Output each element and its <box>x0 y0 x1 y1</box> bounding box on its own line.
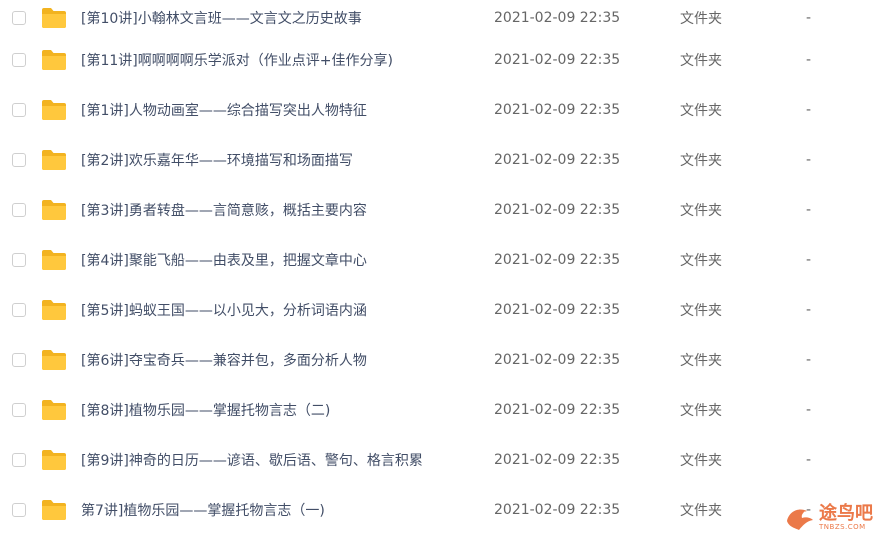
file-type: 文件夹 <box>680 503 722 519</box>
row-checkbox[interactable] <box>12 453 26 467</box>
folder-icon <box>42 450 66 470</box>
file-type: 文件夹 <box>680 103 722 119</box>
row-checkbox[interactable] <box>12 403 26 417</box>
modified-date: 2021-02-09 22:35 <box>494 202 621 218</box>
modified-date: 2021-02-09 22:35 <box>494 152 621 168</box>
file-size: - <box>806 302 812 318</box>
modified-date: 2021-02-09 22:35 <box>494 9 621 26</box>
file-row[interactable]: [第10讲]小翰林文言班——文言文之历史故事 2021-02-09 22:35 … <box>0 0 887 35</box>
watermark-url: TNBZS.COM <box>819 523 866 531</box>
file-row[interactable]: [第4讲]聚能飞船——由表及里，把握文章中心 2021-02-09 22:35 … <box>0 235 887 285</box>
file-list: [第10讲]小翰林文言班——文言文之历史故事 2021-02-09 22:35 … <box>0 0 887 535</box>
row-checkbox[interactable] <box>12 10 26 25</box>
file-name-link[interactable]: [第4讲]聚能飞船——由表及里，把握文章中心 <box>81 250 367 270</box>
modified-date: 2021-02-09 22:35 <box>494 502 621 518</box>
file-name-link[interactable]: [第5讲]蚂蚁王国——以小见大，分析词语内涵 <box>81 300 367 320</box>
file-size: - <box>806 202 812 218</box>
modified-date: 2021-02-09 22:35 <box>494 402 621 418</box>
watermark: 途鸟吧 TNBZS.COM <box>783 503 873 533</box>
file-row[interactable]: [第5讲]蚂蚁王国——以小见大，分析词语内涵 2021-02-09 22:35 … <box>0 285 887 335</box>
file-name-link[interactable]: [第8讲]植物乐园——掌握托物言志（二) <box>81 400 330 420</box>
file-type: 文件夹 <box>680 453 722 469</box>
modified-date: 2021-02-09 22:35 <box>494 252 621 268</box>
file-type: 文件夹 <box>680 253 722 269</box>
file-size: - <box>806 402 812 418</box>
file-row[interactable]: [第3讲]勇者转盘——言简意赅，概括主要内容 2021-02-09 22:35 … <box>0 185 887 235</box>
row-checkbox[interactable] <box>12 203 26 217</box>
file-size: - <box>806 152 812 168</box>
folder-icon <box>42 400 66 420</box>
file-row[interactable]: [第8讲]植物乐园——掌握托物言志（二) 2021-02-09 22:35 文件… <box>0 385 887 435</box>
row-checkbox[interactable] <box>12 103 26 117</box>
file-row[interactable]: 第7讲]植物乐园——掌握托物言志（一) 2021-02-09 22:35 文件夹… <box>0 485 887 535</box>
file-size: - <box>806 352 812 368</box>
file-type: 文件夹 <box>680 203 722 219</box>
file-type: 文件夹 <box>680 10 722 27</box>
file-name-link[interactable]: [第1讲]人物动画室——综合描写突出人物特征 <box>81 100 367 120</box>
file-type: 文件夹 <box>680 53 722 69</box>
folder-icon <box>42 50 66 70</box>
watermark-title: 途鸟吧 <box>819 503 873 524</box>
folder-icon <box>42 500 66 520</box>
file-row[interactable]: [第2讲]欢乐嘉年华——环境描写和场面描写 2021-02-09 22:35 文… <box>0 135 887 185</box>
folder-icon <box>42 150 66 170</box>
modified-date: 2021-02-09 22:35 <box>494 52 621 68</box>
row-checkbox[interactable] <box>12 253 26 267</box>
row-checkbox[interactable] <box>12 503 26 517</box>
file-size: - <box>806 102 812 118</box>
modified-date: 2021-02-09 22:35 <box>494 452 621 468</box>
file-type: 文件夹 <box>680 153 722 169</box>
folder-icon <box>42 250 66 270</box>
file-type: 文件夹 <box>680 353 722 369</box>
row-checkbox[interactable] <box>12 53 26 67</box>
folder-icon <box>42 200 66 220</box>
file-type: 文件夹 <box>680 403 722 419</box>
file-name-link[interactable]: [第10讲]小翰林文言班——文言文之历史故事 <box>81 8 362 28</box>
modified-date: 2021-02-09 22:35 <box>494 102 621 118</box>
folder-icon <box>42 100 66 120</box>
file-name-link[interactable]: [第3讲]勇者转盘——言简意赅，概括主要内容 <box>81 200 367 220</box>
file-type: 文件夹 <box>680 303 722 319</box>
row-checkbox[interactable] <box>12 303 26 317</box>
bird-logo-icon <box>787 509 813 530</box>
modified-date: 2021-02-09 22:35 <box>494 302 621 318</box>
file-name-link[interactable]: 第7讲]植物乐园——掌握托物言志（一) <box>81 500 325 520</box>
folder-icon <box>42 7 66 28</box>
file-row[interactable]: [第6讲]夺宝奇兵——兼容并包，多面分析人物 2021-02-09 22:35 … <box>0 335 887 385</box>
file-name-link[interactable]: [第6讲]夺宝奇兵——兼容并包，多面分析人物 <box>81 350 367 370</box>
row-checkbox[interactable] <box>12 353 26 367</box>
folder-icon <box>42 300 66 320</box>
file-row[interactable]: [第9讲]神奇的日历——谚语、歇后语、警句、格言积累 2021-02-09 22… <box>0 435 887 485</box>
file-size: - <box>806 452 812 468</box>
file-row[interactable]: [第1讲]人物动画室——综合描写突出人物特征 2021-02-09 22:35 … <box>0 85 887 135</box>
file-name-link[interactable]: [第11讲]啊啊啊啊乐学派对（作业点评+佳作分享) <box>81 50 393 70</box>
file-name-link[interactable]: [第2讲]欢乐嘉年华——环境描写和场面描写 <box>81 150 353 170</box>
file-size: - <box>806 9 812 26</box>
file-name-link[interactable]: [第9讲]神奇的日历——谚语、歇后语、警句、格言积累 <box>81 450 423 470</box>
folder-icon <box>42 350 66 370</box>
file-size: - <box>806 252 812 268</box>
modified-date: 2021-02-09 22:35 <box>494 352 621 368</box>
file-row[interactable]: [第11讲]啊啊啊啊乐学派对（作业点评+佳作分享) 2021-02-09 22:… <box>0 35 887 85</box>
row-checkbox[interactable] <box>12 153 26 167</box>
file-size: - <box>806 52 812 68</box>
